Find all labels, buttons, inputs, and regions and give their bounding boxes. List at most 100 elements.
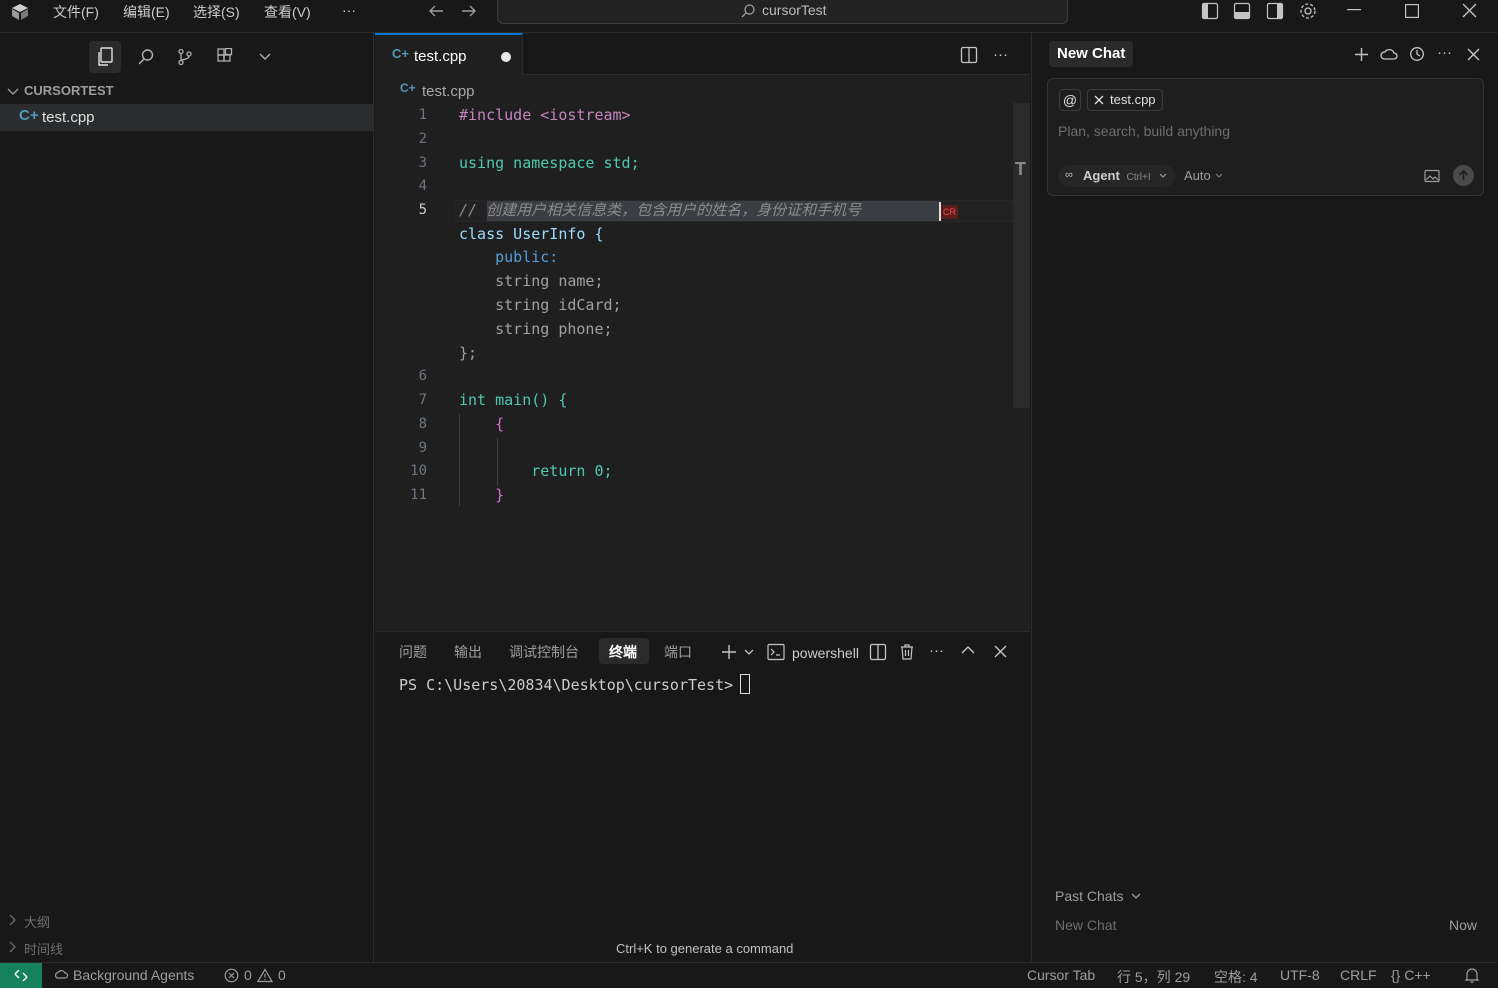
cursor-position[interactable]: 行 5，列 29	[1117, 967, 1190, 987]
maximize-window-icon[interactable]	[1405, 4, 1419, 18]
panel-more-icon[interactable]: ···	[929, 642, 944, 659]
file-encoding[interactable]: UTF-8	[1280, 967, 1320, 983]
toggle-secondary-sidebar-icon[interactable]	[1266, 2, 1284, 20]
chat-tab-new-chat[interactable]: New Chat	[1049, 41, 1134, 67]
toggle-primary-sidebar-icon[interactable]	[1201, 2, 1219, 20]
editor-scrollbar[interactable]	[1013, 103, 1030, 408]
past-chat-title: New Chat	[1055, 917, 1117, 933]
extensions-icon[interactable]	[209, 41, 241, 73]
cloud-icon	[53, 968, 69, 980]
tab-test-cpp[interactable]: C+ test.cpp	[375, 33, 523, 76]
forward-arrow-icon[interactable]	[460, 3, 478, 19]
search-icon	[740, 3, 756, 19]
past-chat-item[interactable]: New Chat Now	[1055, 917, 1477, 937]
indentation-spaces[interactable]: 空格: 4	[1214, 967, 1258, 987]
notifications-bell-icon[interactable]	[1464, 967, 1480, 984]
language-mode[interactable]: {} C++	[1391, 967, 1431, 983]
chat-panel: New Chat ··· @ test.cpp Plan, search, bu…	[1031, 33, 1498, 962]
remove-context-close-icon[interactable]	[1094, 95, 1104, 105]
split-editor-icon[interactable]	[960, 46, 978, 64]
command-center-search[interactable]: cursorTest	[497, 0, 1068, 24]
context-chip-test-cpp[interactable]: test.cpp	[1087, 89, 1163, 111]
line-number: 6	[418, 368, 427, 384]
cpp-file-icon: C+	[19, 107, 39, 124]
past-chats-toggle[interactable]: Past Chats	[1055, 888, 1141, 908]
search-text: cursorTest	[762, 2, 827, 18]
background-agents-button[interactable]: Background Agents	[73, 967, 194, 983]
close-chat-icon[interactable]	[1467, 48, 1480, 61]
maximize-panel-chevron-up-icon[interactable]	[961, 645, 975, 655]
explorer-section-header[interactable]: CURSORTEST	[0, 82, 373, 102]
file-item-test-cpp[interactable]: C+ test.cpp	[0, 104, 373, 131]
line-number: 3	[418, 155, 427, 171]
tab-problems[interactable]: 问题	[399, 642, 427, 662]
editor-more-actions-icon[interactable]: ···	[993, 46, 1008, 63]
ghost-code-line: string name;	[459, 272, 604, 290]
remote-connection-button[interactable]	[0, 963, 42, 988]
minimize-window-icon[interactable]	[1347, 9, 1363, 11]
chevron-down-icon	[1159, 173, 1167, 179]
code-line-11[interactable]: }	[459, 485, 504, 505]
chat-input-box[interactable]: @ test.cpp Plan, search, build anything …	[1047, 78, 1484, 196]
chat-more-icon[interactable]: ···	[1437, 44, 1452, 61]
model-selector[interactable]: Auto	[1184, 165, 1225, 187]
tab-debug-console[interactable]: 调试控制台	[509, 642, 579, 662]
breadcrumb-file[interactable]: test.cpp	[422, 83, 475, 100]
line-number-active: 5	[418, 202, 427, 218]
back-arrow-icon[interactable]	[427, 3, 445, 19]
error-circle-icon[interactable]	[224, 968, 239, 983]
cursor-tab-status[interactable]: Cursor Tab	[1027, 967, 1095, 983]
timeline-section[interactable]: 时间线	[0, 938, 373, 958]
agent-mode-selector[interactable]: ∞ Agent Ctrl+I	[1058, 165, 1175, 187]
tab-output[interactable]: 输出	[454, 642, 482, 662]
tab-ports[interactable]: 端口	[664, 642, 692, 662]
code-line-8[interactable]: {	[459, 414, 504, 434]
menu-more[interactable]: ···	[342, 1, 356, 19]
code-line-5-comment[interactable]: // 创建用户相关信息类，包含用户的姓名，身份证和手机号	[459, 200, 861, 220]
tab-terminal-label: 终端	[609, 644, 637, 660]
past-chat-time: Now	[1448, 917, 1477, 933]
warning-triangle-icon[interactable]	[257, 968, 273, 983]
history-clock-icon[interactable]	[1409, 46, 1425, 62]
outline-section[interactable]: 大纲	[0, 911, 373, 931]
menu-edit[interactable]: 编辑(E)	[123, 3, 170, 21]
error-count[interactable]: 0	[244, 967, 252, 983]
shell-label[interactable]: powershell	[792, 645, 859, 661]
send-arrow-up-icon[interactable]	[1453, 165, 1474, 186]
tab-terminal[interactable]: 终端	[599, 638, 649, 664]
line-ending[interactable]: CRLF	[1340, 967, 1377, 983]
code-line-1[interactable]: #include <iostream>	[459, 105, 631, 125]
new-terminal-plus-icon[interactable]	[721, 644, 737, 660]
ghost-code-line: public:	[459, 248, 559, 266]
mention-at-button[interactable]: @	[1059, 89, 1081, 111]
source-control-icon[interactable]	[169, 41, 201, 73]
terminal-dropdown-chevron-icon[interactable]	[744, 648, 754, 656]
menu-view[interactable]: 查看(V)	[264, 3, 311, 21]
explorer-files-icon[interactable]	[89, 41, 121, 73]
split-terminal-icon[interactable]	[869, 643, 887, 661]
code-line-7[interactable]: int main() {	[459, 390, 567, 410]
code-line-10[interactable]: return 0;	[459, 461, 612, 481]
more-views-chevron-icon[interactable]	[249, 41, 281, 73]
image-attach-icon[interactable]	[1424, 169, 1440, 183]
close-panel-icon[interactable]	[994, 645, 1007, 658]
new-chat-plus-icon[interactable]	[1354, 47, 1369, 62]
code-line-3[interactable]: using namespace std;	[459, 153, 640, 173]
close-window-icon[interactable]	[1462, 3, 1477, 18]
terminal-prompt[interactable]: PS C:\Users\20834\Desktop\cursorTest>	[399, 675, 742, 695]
trash-icon[interactable]	[899, 643, 915, 661]
search-view-icon[interactable]	[130, 41, 162, 73]
unsaved-dot-icon[interactable]	[501, 52, 511, 62]
menu-selection[interactable]: 选择(S)	[193, 3, 240, 21]
warning-count[interactable]: 0	[278, 967, 286, 983]
menu-file[interactable]: 文件(F)	[53, 3, 99, 21]
ghost-code-line: };	[459, 344, 478, 362]
terminal-shell-icon	[767, 643, 785, 661]
cpp-file-icon: C+	[400, 81, 416, 95]
toggle-panel-icon[interactable]	[1233, 2, 1251, 20]
settings-gear-icon[interactable]	[1298, 1, 1318, 21]
outline-label: 大纲	[24, 915, 51, 930]
cloud-icon[interactable]	[1380, 47, 1398, 61]
ghost-code-line: string idCard;	[459, 296, 622, 314]
editor-tab-bar: C+ test.cpp ···	[375, 33, 1030, 76]
